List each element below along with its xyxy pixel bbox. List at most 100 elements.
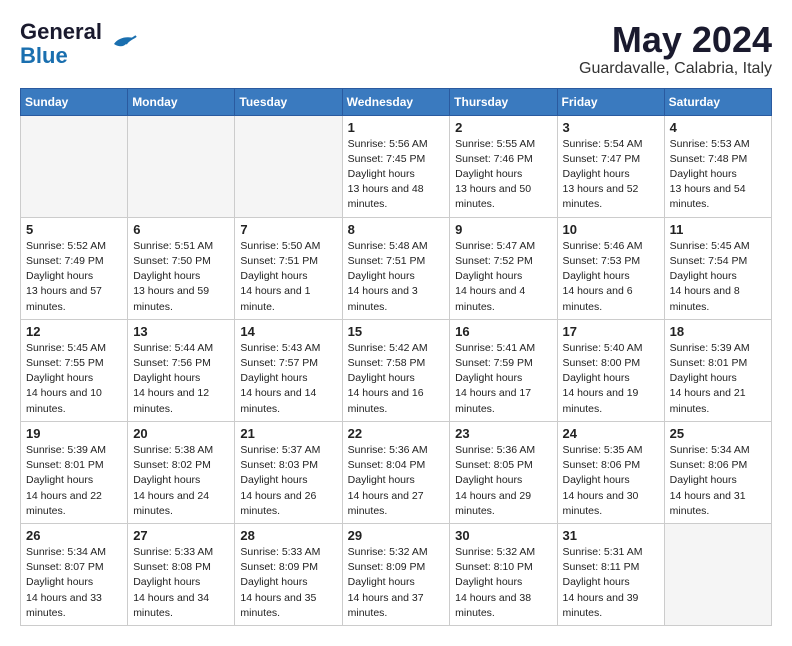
day-info: Sunrise: 5:53 AMSunset: 7:48 PMDaylight …	[670, 137, 766, 213]
logo: General Blue	[20, 20, 138, 68]
day-info: Sunrise: 5:43 AMSunset: 7:57 PMDaylight …	[240, 341, 336, 417]
calendar-cell: 10 Sunrise: 5:46 AMSunset: 7:53 PMDayligh…	[557, 217, 664, 319]
day-number: 25	[670, 426, 766, 441]
day-info: Sunrise: 5:37 AMSunset: 8:03 PMDaylight …	[240, 443, 336, 519]
calendar-cell: 4 Sunrise: 5:53 AMSunset: 7:48 PMDaylight…	[664, 115, 771, 217]
calendar-week-row: 12Sunrise: 5:45 AMSunset: 7:55 PMDayligh…	[21, 319, 772, 421]
calendar-cell	[235, 115, 342, 217]
calendar-cell: 29Sunrise: 5:32 AMSunset: 8:09 PMDayligh…	[342, 523, 450, 625]
day-info: Sunrise: 5:39 AMSunset: 8:01 PMDaylight …	[670, 341, 766, 417]
day-info: Sunrise: 5:38 AMSunset: 8:02 PMDaylight …	[133, 443, 229, 519]
month-title: May 2024	[579, 20, 772, 60]
calendar-cell: 27 Sunrise: 5:33 AMSunset: 8:08 PMDayligh…	[128, 523, 235, 625]
day-info: Sunrise: 5:33 AMSunset: 8:08 PMDaylight …	[133, 545, 229, 621]
day-number: 30	[455, 528, 551, 543]
day-number: 31	[563, 528, 659, 543]
calendar-cell: 3Sunrise: 5:54 AMSunset: 7:47 PMDaylight…	[557, 115, 664, 217]
day-info: Sunrise: 5:52 AMSunset: 7:49 PMDaylight …	[26, 239, 122, 315]
calendar-cell: 1Sunrise: 5:56 AMSunset: 7:45 PMDaylight…	[342, 115, 450, 217]
calendar-cell: 20Sunrise: 5:38 AMSunset: 8:02 PMDayligh…	[128, 421, 235, 523]
weekday-header: Wednesday	[342, 88, 450, 115]
logo-bird-icon	[106, 30, 138, 58]
day-info: Sunrise: 5:51 AMSunset: 7:50 PMDaylight …	[133, 239, 229, 315]
day-info: Sunrise: 5:41 AMSunset: 7:59 PMDaylight …	[455, 341, 551, 417]
day-number: 9	[455, 222, 551, 237]
day-number: 4	[670, 120, 766, 135]
day-number: 13	[133, 324, 229, 339]
day-number: 24	[563, 426, 659, 441]
day-number: 23	[455, 426, 551, 441]
day-number: 10	[563, 222, 659, 237]
location: Guardavalle, Calabria, Italy	[579, 60, 772, 78]
calendar-cell	[664, 523, 771, 625]
day-info: Sunrise: 5:55 AMSunset: 7:46 PMDaylight …	[455, 137, 551, 213]
calendar-cell: 9 Sunrise: 5:47 AMSunset: 7:52 PMDaylight…	[450, 217, 557, 319]
calendar-week-row: 19Sunrise: 5:39 AMSunset: 8:01 PMDayligh…	[21, 421, 772, 523]
day-number: 14	[240, 324, 336, 339]
day-number: 26	[26, 528, 122, 543]
weekday-header: Sunday	[21, 88, 128, 115]
day-info: Sunrise: 5:35 AMSunset: 8:06 PMDaylight …	[563, 443, 659, 519]
calendar-cell: 15Sunrise: 5:42 AMSunset: 7:58 PMDayligh…	[342, 319, 450, 421]
day-info: Sunrise: 5:44 AMSunset: 7:56 PMDaylight …	[133, 341, 229, 417]
calendar-cell: 26Sunrise: 5:34 AMSunset: 8:07 PMDayligh…	[21, 523, 128, 625]
calendar-cell: 25Sunrise: 5:34 AMSunset: 8:06 PMDayligh…	[664, 421, 771, 523]
weekday-header: Monday	[128, 88, 235, 115]
calendar-cell: 8 Sunrise: 5:48 AMSunset: 7:51 PMDaylight…	[342, 217, 450, 319]
day-info: Sunrise: 5:46 AMSunset: 7:53 PMDaylight …	[563, 239, 659, 315]
calendar-cell	[21, 115, 128, 217]
calendar-cell: 6 Sunrise: 5:51 AMSunset: 7:50 PMDaylight…	[128, 217, 235, 319]
day-info: Sunrise: 5:32 AMSunset: 8:09 PMDaylight …	[348, 545, 445, 621]
calendar-cell: 2Sunrise: 5:55 AMSunset: 7:46 PMDaylight…	[450, 115, 557, 217]
logo-general: General	[20, 20, 102, 44]
calendar-cell: 14 Sunrise: 5:43 AMSunset: 7:57 PMDayligh…	[235, 319, 342, 421]
day-number: 7	[240, 222, 336, 237]
logo-blue: Blue	[20, 44, 68, 68]
weekday-header: Tuesday	[235, 88, 342, 115]
day-number: 19	[26, 426, 122, 441]
weekday-header-row: SundayMondayTuesdayWednesdayThursdayFrid…	[21, 88, 772, 115]
day-info: Sunrise: 5:40 AMSunset: 8:00 PMDaylight …	[563, 341, 659, 417]
day-info: Sunrise: 5:47 AMSunset: 7:52 PMDaylight …	[455, 239, 551, 315]
day-number: 16	[455, 324, 551, 339]
day-info: Sunrise: 5:31 AMSunset: 8:11 PMDaylight …	[563, 545, 659, 621]
calendar-cell	[128, 115, 235, 217]
day-info: Sunrise: 5:56 AMSunset: 7:45 PMDaylight …	[348, 137, 445, 213]
calendar-cell: 5 Sunrise: 5:52 AMSunset: 7:49 PMDaylight…	[21, 217, 128, 319]
day-number: 27	[133, 528, 229, 543]
day-info: Sunrise: 5:45 AMSunset: 7:54 PMDaylight …	[670, 239, 766, 315]
day-number: 18	[670, 324, 766, 339]
calendar-cell: 11 Sunrise: 5:45 AMSunset: 7:54 PMDayligh…	[664, 217, 771, 319]
day-number: 5	[26, 222, 122, 237]
day-number: 22	[348, 426, 445, 441]
day-number: 3	[563, 120, 659, 135]
calendar-table: SundayMondayTuesdayWednesdayThursdayFrid…	[20, 88, 772, 626]
day-info: Sunrise: 5:36 AMSunset: 8:04 PMDaylight …	[348, 443, 445, 519]
day-number: 17	[563, 324, 659, 339]
weekday-header: Friday	[557, 88, 664, 115]
calendar-cell: 12Sunrise: 5:45 AMSunset: 7:55 PMDayligh…	[21, 319, 128, 421]
weekday-header: Saturday	[664, 88, 771, 115]
calendar-cell: 19Sunrise: 5:39 AMSunset: 8:01 PMDayligh…	[21, 421, 128, 523]
calendar-cell: 21 Sunrise: 5:37 AMSunset: 8:03 PMDayligh…	[235, 421, 342, 523]
calendar-cell: 23Sunrise: 5:36 AMSunset: 8:05 PMDayligh…	[450, 421, 557, 523]
calendar-cell: 24 Sunrise: 5:35 AMSunset: 8:06 PMDayligh…	[557, 421, 664, 523]
day-info: Sunrise: 5:33 AMSunset: 8:09 PMDaylight …	[240, 545, 336, 621]
day-info: Sunrise: 5:32 AMSunset: 8:10 PMDaylight …	[455, 545, 551, 621]
title-block: May 2024 Guardavalle, Calabria, Italy	[579, 20, 772, 78]
day-info: Sunrise: 5:48 AMSunset: 7:51 PMDaylight …	[348, 239, 445, 315]
day-number: 8	[348, 222, 445, 237]
calendar-week-row: 1Sunrise: 5:56 AMSunset: 7:45 PMDaylight…	[21, 115, 772, 217]
calendar-cell: 18 Sunrise: 5:39 AMSunset: 8:01 PMDayligh…	[664, 319, 771, 421]
calendar-week-row: 5 Sunrise: 5:52 AMSunset: 7:49 PMDaylight…	[21, 217, 772, 319]
calendar-cell: 17 Sunrise: 5:40 AMSunset: 8:00 PMDayligh…	[557, 319, 664, 421]
day-number: 6	[133, 222, 229, 237]
day-number: 15	[348, 324, 445, 339]
calendar-week-row: 26Sunrise: 5:34 AMSunset: 8:07 PMDayligh…	[21, 523, 772, 625]
day-number: 21	[240, 426, 336, 441]
calendar-cell: 22 Sunrise: 5:36 AMSunset: 8:04 PMDayligh…	[342, 421, 450, 523]
day-number: 11	[670, 222, 766, 237]
day-info: Sunrise: 5:45 AMSunset: 7:55 PMDaylight …	[26, 341, 122, 417]
calendar-cell: 31 Sunrise: 5:31 AMSunset: 8:11 PMDayligh…	[557, 523, 664, 625]
day-info: Sunrise: 5:50 AMSunset: 7:51 PMDaylight …	[240, 239, 336, 315]
